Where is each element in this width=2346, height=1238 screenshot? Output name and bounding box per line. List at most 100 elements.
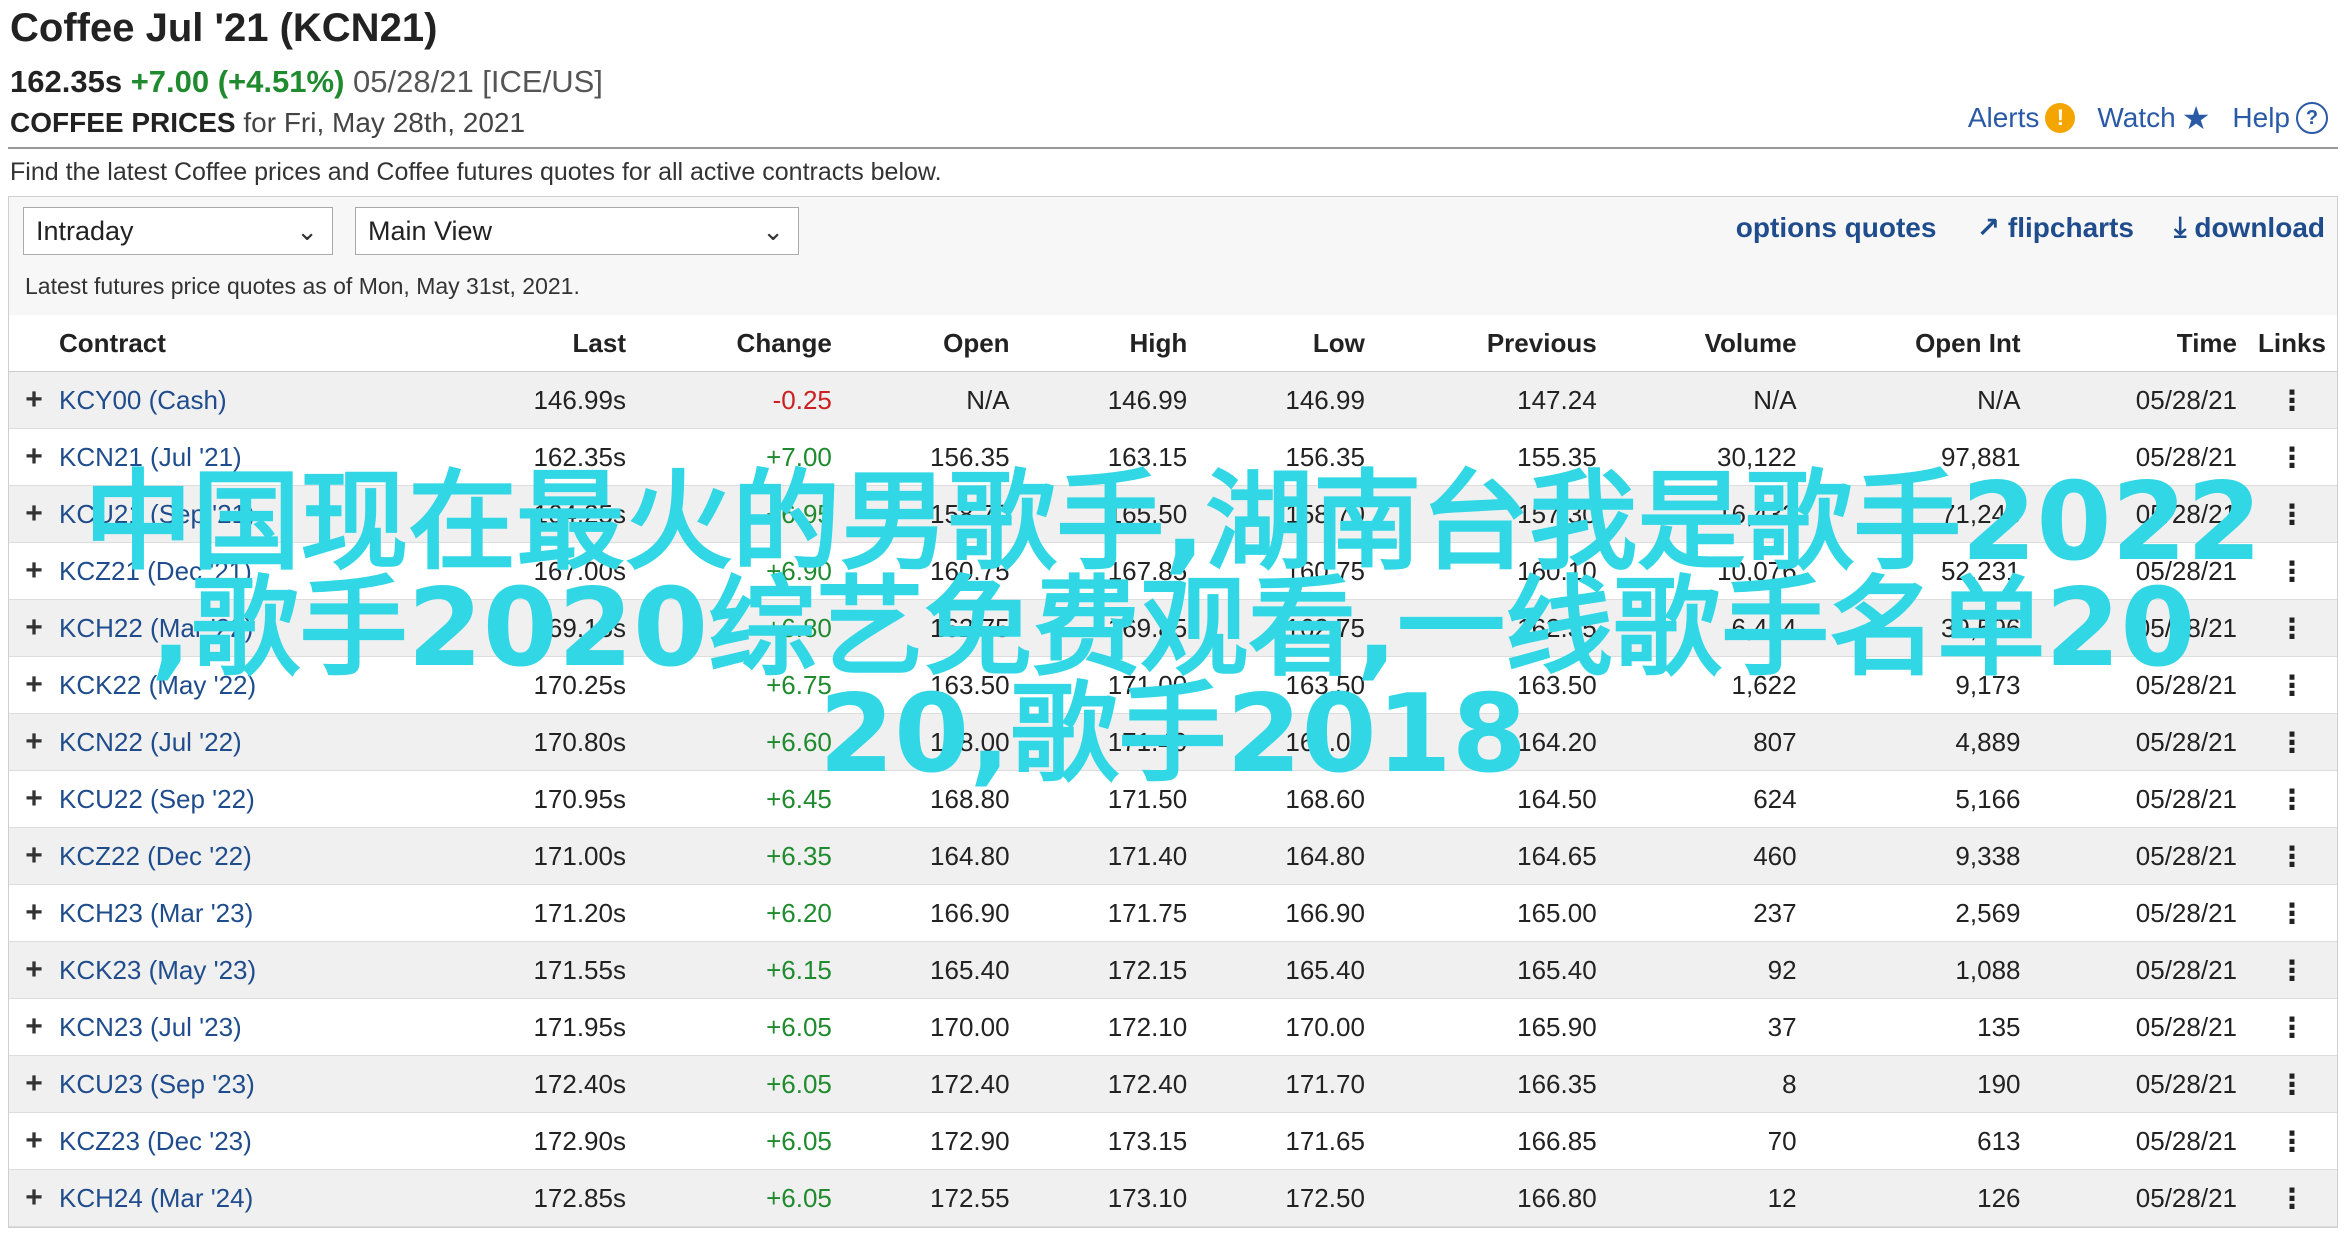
- column-header[interactable]: Time: [2030, 315, 2247, 372]
- table-cell: 171.75: [1019, 884, 1198, 942]
- contract-link[interactable]: KCH24 (Mar '24): [51, 1169, 436, 1227]
- view-select-value: Main View: [368, 215, 493, 246]
- options-quotes-link[interactable]: options quotes: [1736, 211, 1937, 244]
- contract-link[interactable]: KCU23 (Sep '23): [51, 1055, 436, 1113]
- contract-link[interactable]: KCY00 (Cash): [51, 371, 436, 429]
- table-cell: 05/28/21: [2030, 827, 2247, 885]
- contract-link[interactable]: KCN21 (Jul '21): [51, 428, 436, 486]
- flipcharts-link[interactable]: ↗ flipcharts: [1976, 211, 2134, 244]
- table-cell: 162.35: [1374, 599, 1607, 657]
- plus-icon[interactable]: +: [9, 770, 51, 828]
- contract-link[interactable]: KCH22 (Mar '22): [51, 599, 436, 657]
- column-header[interactable]: Contract: [51, 315, 436, 372]
- kebab-icon[interactable]: ⋮: [2247, 428, 2337, 486]
- plus-icon[interactable]: +: [9, 884, 51, 942]
- quote-date-exchange: 05/28/21 [ICE/US]: [353, 64, 603, 99]
- plus-icon[interactable]: +: [9, 428, 51, 486]
- plus-icon[interactable]: +: [9, 542, 51, 600]
- column-header[interactable]: Previous: [1374, 315, 1607, 372]
- kebab-icon[interactable]: ⋮: [2247, 1055, 2337, 1113]
- contract-link[interactable]: KCN23 (Jul '23): [51, 998, 436, 1056]
- column-header[interactable]: Change: [635, 315, 842, 372]
- kebab-icon[interactable]: ⋮: [2247, 485, 2337, 543]
- download-link[interactable]: ⤓ download: [2174, 211, 2325, 244]
- help-link[interactable]: Help ?: [2232, 102, 2328, 134]
- kebab-icon[interactable]: ⋮: [2247, 770, 2337, 828]
- plus-icon[interactable]: +: [9, 713, 51, 771]
- alerts-link[interactable]: Alerts !: [1968, 102, 2076, 134]
- table-cell: 12: [1606, 1169, 1807, 1227]
- table-cell: 156.35: [1197, 428, 1375, 486]
- interval-select[interactable]: Intraday ⌄: [23, 207, 333, 255]
- kebab-icon[interactable]: ⋮: [2247, 1169, 2337, 1227]
- contract-link[interactable]: KCH23 (Mar '23): [51, 884, 436, 942]
- contract-link[interactable]: KCZ22 (Dec '22): [51, 827, 436, 885]
- table-cell: +6.05: [635, 1055, 842, 1113]
- kebab-icon[interactable]: ⋮: [2247, 884, 2337, 942]
- kebab-icon[interactable]: ⋮: [2247, 713, 2337, 771]
- table-cell: 160.10: [1374, 542, 1607, 600]
- quotes-toolbar: Intraday ⌄ Main View ⌄ options quotes ↗ …: [9, 197, 2337, 316]
- kebab-icon[interactable]: ⋮: [2247, 941, 2337, 999]
- kebab-icon[interactable]: ⋮: [2247, 1112, 2337, 1170]
- plus-icon[interactable]: +: [9, 485, 51, 543]
- plus-icon[interactable]: +: [9, 941, 51, 999]
- plus-icon[interactable]: +: [9, 1169, 51, 1227]
- table-row: + KCK22 (May '22) 170.25s +6.75 163.50 171.00…: [9, 656, 2337, 714]
- table-cell: 173.15: [1019, 1112, 1198, 1170]
- kebab-icon[interactable]: ⋮: [2247, 827, 2337, 885]
- column-header[interactable]: Open Int: [1806, 315, 2031, 372]
- column-header[interactable]: High: [1019, 315, 1198, 372]
- column-header[interactable]: Last: [435, 315, 636, 372]
- view-select[interactable]: Main View ⌄: [355, 207, 799, 255]
- contract-link[interactable]: KCZ23 (Dec '23): [51, 1112, 436, 1170]
- contract-link[interactable]: KCU22 (Sep '22): [51, 770, 436, 828]
- watch-link[interactable]: Watch ★: [2097, 102, 2210, 134]
- table-cell: 168.60: [1197, 770, 1375, 828]
- plus-icon[interactable]: +: [9, 599, 51, 657]
- table-cell: 165.00: [1374, 884, 1607, 942]
- plus-icon[interactable]: +: [9, 371, 51, 429]
- plus-icon[interactable]: +: [9, 1112, 51, 1170]
- plus-icon[interactable]: +: [9, 1055, 51, 1113]
- header-divider: [8, 147, 2338, 149]
- table-cell: 6,414: [1606, 599, 1807, 657]
- table-cell: 173.10: [1019, 1169, 1198, 1227]
- table-cell: 170.25s: [435, 656, 636, 714]
- table-cell: 164.80: [1197, 827, 1375, 885]
- column-header[interactable]: Open: [841, 315, 1020, 372]
- table-cell: 5,166: [1806, 770, 2031, 828]
- column-header[interactable]: Volume: [1606, 315, 1807, 372]
- plus-icon[interactable]: +: [9, 656, 51, 714]
- table-cell: 126: [1806, 1169, 2031, 1227]
- table-cell: 172.90: [841, 1112, 1020, 1170]
- table-cell: 172.85s: [435, 1169, 636, 1227]
- kebab-icon[interactable]: ⋮: [2247, 656, 2337, 714]
- prices-date: for Fri, May 28th, 2021: [243, 107, 526, 138]
- page-subtitle: Find the latest Coffee prices and Coffee…: [10, 158, 942, 186]
- contract-link[interactable]: KCN22 (Jul '22): [51, 713, 436, 771]
- table-cell: 165.40: [1374, 941, 1607, 999]
- table-cell: 171.40: [1019, 713, 1198, 771]
- contract-link[interactable]: KCK23 (May '23): [51, 941, 436, 999]
- table-cell: 165.90: [1374, 998, 1607, 1056]
- kebab-icon[interactable]: ⋮: [2247, 599, 2337, 657]
- column-header[interactable]: Low: [1197, 315, 1375, 372]
- table-cell: 613: [1806, 1112, 2031, 1170]
- contract-link[interactable]: KCZ21 (Dec '21): [51, 542, 436, 600]
- table-cell: +6.95: [635, 485, 842, 543]
- plus-icon[interactable]: +: [9, 998, 51, 1056]
- contract-link[interactable]: KCK22 (May '22): [51, 656, 436, 714]
- contract-link[interactable]: KCU21 (Sep '21): [51, 485, 436, 543]
- table-cell: 1,622: [1606, 656, 1807, 714]
- kebab-icon[interactable]: ⋮: [2247, 542, 2337, 600]
- table-cell: +6.45: [635, 770, 842, 828]
- star-icon: ★: [2181, 100, 2211, 136]
- table-cell: 170.95s: [435, 770, 636, 828]
- table-cell: 05/28/21: [2030, 1055, 2247, 1113]
- table-cell: 1,088: [1806, 941, 2031, 999]
- kebab-icon[interactable]: ⋮: [2247, 998, 2337, 1056]
- table-cell: 147.24: [1374, 371, 1607, 429]
- kebab-icon[interactable]: ⋮: [2247, 371, 2337, 429]
- plus-icon[interactable]: +: [9, 827, 51, 885]
